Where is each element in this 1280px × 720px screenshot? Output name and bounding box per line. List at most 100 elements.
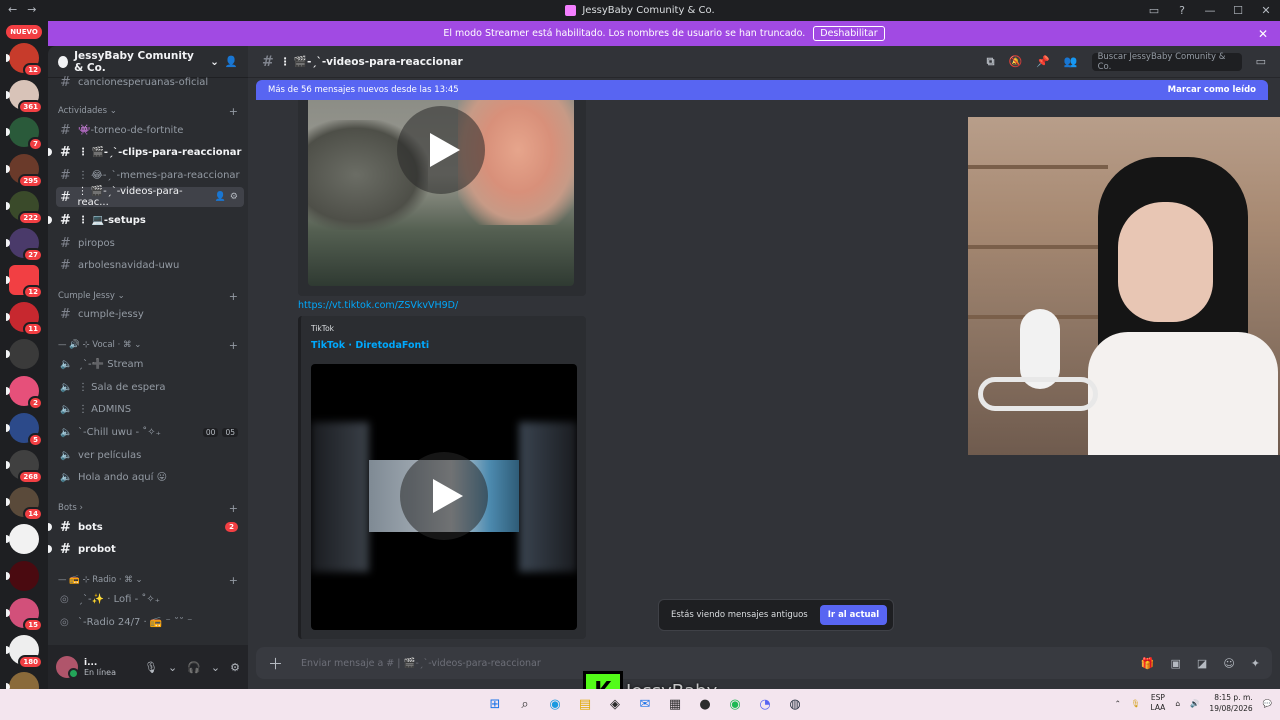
invite-people-icon[interactable]: 👤 xyxy=(225,55,238,68)
channel-setups[interactable]: # ⋮ 💻-setups xyxy=(48,210,244,230)
discord-icon[interactable]: ◔ xyxy=(754,694,776,714)
windows-start-icon[interactable]: ⊞ xyxy=(484,694,506,714)
chevron-down-icon[interactable]: ⌄ xyxy=(168,661,177,674)
mark-as-read-button[interactable]: Marcar como leído xyxy=(1168,85,1256,95)
category-bots[interactable]: Bots › + xyxy=(58,500,244,516)
help-icon[interactable]: ? xyxy=(1168,4,1196,17)
mail-icon[interactable]: ✉ xyxy=(634,694,656,714)
play-button[interactable] xyxy=(397,106,485,194)
microphone-icon[interactable]: 🎙 xyxy=(1131,699,1141,708)
server-icon[interactable]: 14 xyxy=(6,487,43,521)
disable-streamer-button[interactable]: Deshabilitar xyxy=(813,26,885,41)
search-input[interactable]: Buscar JessyBaby Comunity & Co. xyxy=(1091,52,1242,72)
voice-channel-peliculas[interactable]: 🔈 ver películas xyxy=(56,445,244,465)
category-vocal[interactable]: — 🔊 ⊹ Vocal · ⌘ ⌄ + xyxy=(58,337,244,353)
volume-icon[interactable]: 🔊 xyxy=(1190,699,1199,708)
gift-icon[interactable]: 🎁 xyxy=(1141,657,1155,670)
add-attachment-icon[interactable]: ＋ xyxy=(268,653,283,674)
inbox-icon[interactable]: ▭ xyxy=(1256,55,1266,68)
category-cumple[interactable]: Cumple Jessy ⌄ + xyxy=(58,288,244,304)
app-icon[interactable]: ▦ xyxy=(664,694,686,714)
voice-channel-chill[interactable]: 🔈 ˋ-Chill uwu - ˚✧₊ 00 05 xyxy=(56,422,244,442)
category-actividades[interactable]: Actividades ⌄ + xyxy=(58,103,244,119)
language-indicator[interactable]: ESP LAA xyxy=(1150,693,1165,713)
settings-gear-icon[interactable]: ⚙ xyxy=(230,661,240,674)
member-list-icon[interactable]: 👥 xyxy=(1064,55,1078,68)
server-icon[interactable]: 7 xyxy=(6,117,43,151)
clock[interactable]: 8:15 p. m. 19/08/2026 xyxy=(1209,692,1252,714)
channel-videos[interactable]: # ⋮ 🎬-ˏˋ-videos-para-reac... 👤 ⚙ xyxy=(56,186,244,208)
edge-icon[interactable]: ◉ xyxy=(544,694,566,714)
channel-torneo[interactable]: # 👾-torneo-de-fortnite xyxy=(56,120,244,140)
gear-icon[interactable]: ⚙ xyxy=(230,192,238,202)
video-thumbnail[interactable] xyxy=(311,364,577,630)
server-icon[interactable]: 222 xyxy=(6,191,43,225)
add-channel-icon[interactable]: + xyxy=(229,290,244,303)
avatar[interactable] xyxy=(56,656,79,679)
back-arrow-icon[interactable]: ← xyxy=(8,3,17,16)
obs-icon[interactable]: ● xyxy=(694,694,716,714)
play-button[interactable] xyxy=(400,452,488,540)
voice-channel-hola[interactable]: 🔈 Hola ando aquí 😛 xyxy=(56,467,244,487)
server-icon[interactable]: 11 xyxy=(6,302,43,336)
channel-piropos[interactable]: # piropos xyxy=(56,233,244,253)
headphones-icon[interactable]: 🎧 xyxy=(187,661,201,674)
new-messages-bar[interactable]: Más de 56 mensajes nuevos desde las 13:4… xyxy=(256,80,1268,100)
chevron-up-icon[interactable]: ⌃ xyxy=(1115,699,1121,708)
message-composer[interactable]: ＋ Enviar mensaje a # | 🎬-ˏˋ-videos-para-… xyxy=(256,647,1272,679)
close-button[interactable]: ✕ xyxy=(1252,4,1280,17)
server-icon[interactable]: 295 xyxy=(6,154,43,188)
inbox-icon[interactable]: ▭ xyxy=(1140,4,1168,17)
invite-icon[interactable]: 👤 xyxy=(215,192,226,202)
voice-channel-admins[interactable]: 🔈 ⋮ ADMINS xyxy=(56,399,244,419)
channel-clips[interactable]: # ⋮ 🎬-ˏˋ-clips-para-reaccionar xyxy=(48,142,244,162)
store-icon[interactable]: ◈ xyxy=(604,694,626,714)
search-icon[interactable]: ⌕ xyxy=(514,694,536,714)
voice-channel-espera[interactable]: 🔈 ⋮ Sala de espera xyxy=(56,377,244,397)
add-channel-icon[interactable]: + xyxy=(229,339,244,352)
network-icon[interactable]: ⌂ xyxy=(1175,699,1180,708)
stage-channel-lofi[interactable]: ◎ ˏˋ-✨ · Lofi - ˚✧₊ xyxy=(56,589,244,609)
apps-icon[interactable]: ✦ xyxy=(1251,657,1260,670)
close-banner-icon[interactable]: ✕ xyxy=(1258,27,1268,41)
new-servers-badge[interactable]: NUEVO xyxy=(6,25,42,39)
channel-memes[interactable]: # ⋮ 😂-ˏˋ-memes-para-reaccionar xyxy=(56,165,244,185)
user-info[interactable]: i... En línea xyxy=(84,658,116,677)
server-icon[interactable]: 42 xyxy=(6,672,39,689)
channel-bots[interactable]: # bots 2 xyxy=(48,517,244,537)
channel-cancionesperuanas[interactable]: # cancionesperuanas-oficial xyxy=(56,72,244,92)
channel-arboles[interactable]: # arbolesnavidad-uwu xyxy=(56,255,244,275)
pin-icon[interactable]: 📌 xyxy=(1036,55,1050,68)
add-channel-icon[interactable]: + xyxy=(229,574,244,587)
message-link[interactable]: https://vt.tiktok.com/ZSVkvVH9D/ xyxy=(298,300,458,311)
server-icon[interactable]: 361 xyxy=(6,80,43,114)
sticker-icon[interactable]: ◪ xyxy=(1197,657,1207,670)
embed-title-link[interactable]: TikTok · DiretodaFonti xyxy=(311,340,429,351)
stage-channel-radio247[interactable]: ◎ ˋ-Radio 24/7 · 📻 ⁻ ˘˘ ⁻ xyxy=(56,612,244,632)
server-icon[interactable] xyxy=(6,339,39,369)
gif-icon[interactable]: ▣ xyxy=(1171,657,1181,670)
emoji-icon[interactable]: ☺ xyxy=(1223,657,1234,670)
forward-arrow-icon[interactable]: → xyxy=(27,3,36,16)
add-channel-icon[interactable]: + xyxy=(229,105,244,118)
video-thumbnail[interactable] xyxy=(308,100,574,286)
voice-channel-stream[interactable]: 🔈 ˏˋ-➕ Stream xyxy=(56,354,244,374)
jump-to-present-button[interactable]: Ir al actual xyxy=(819,605,888,625)
microphone-icon[interactable]: 🎙 xyxy=(144,661,158,674)
server-icon[interactable]: 2 xyxy=(6,376,43,410)
server-icon[interactable]: 12 xyxy=(6,265,43,299)
message-input[interactable]: Enviar mensaje a # | 🎬-ˏˋ-videos-para-re… xyxy=(301,658,541,669)
minimize-button[interactable]: — xyxy=(1196,4,1224,17)
server-icon[interactable]: 27 xyxy=(6,228,43,262)
spotify-icon[interactable]: ◉ xyxy=(724,694,746,714)
steam-icon[interactable]: ◍ xyxy=(784,694,806,714)
explorer-icon[interactable]: ▤ xyxy=(574,694,596,714)
channel-probot[interactable]: # probot xyxy=(48,539,244,559)
server-icon[interactable] xyxy=(6,561,39,591)
threads-icon[interactable]: ⧉ xyxy=(987,55,995,69)
server-icon[interactable]: 15 xyxy=(6,598,43,632)
maximize-button[interactable]: ☐ xyxy=(1224,4,1252,17)
add-channel-icon[interactable]: + xyxy=(229,502,244,515)
server-icon[interactable] xyxy=(6,524,39,554)
notification-icon[interactable]: 💬 xyxy=(1263,699,1272,708)
